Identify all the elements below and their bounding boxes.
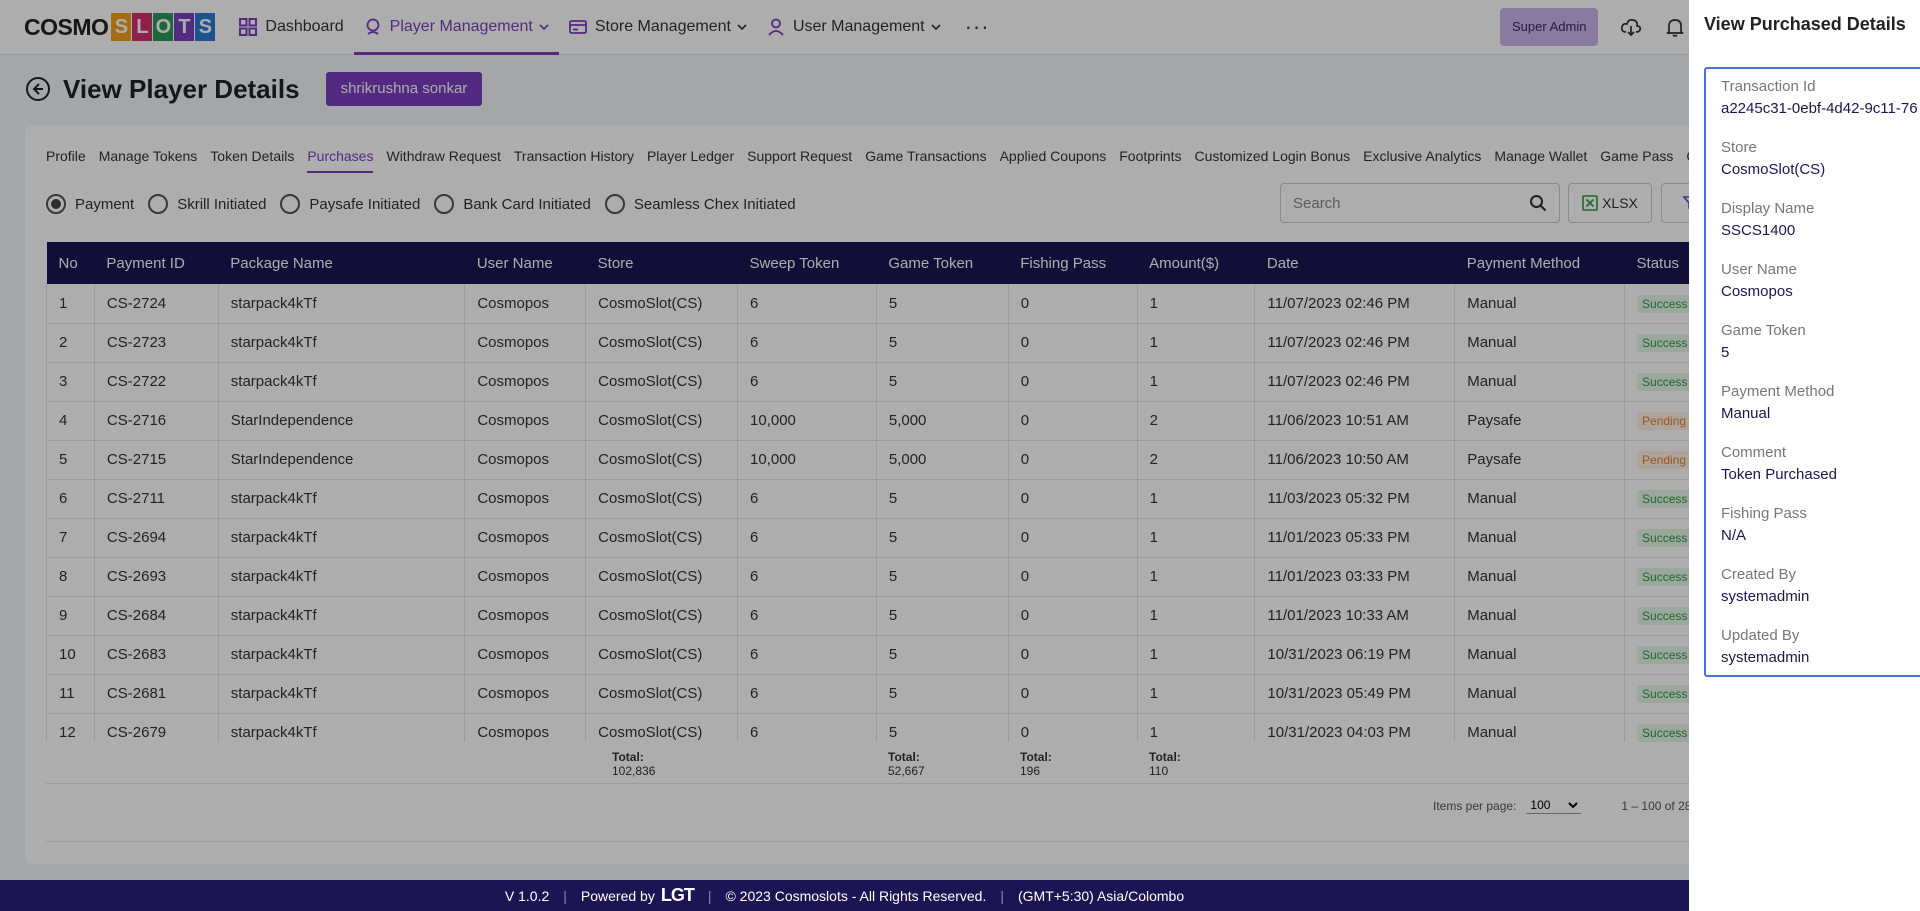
detail-label: Payment Method [1721,383,1835,400]
drawer-title: View Purchased Details [1704,14,1906,34]
version-text: V 1.0.2 [504,887,550,904]
detail-value: Token Purchased [1721,466,1837,483]
detail-field-payment-method: Payment Method Manual [1721,383,1920,444]
footer-separator: | [1000,887,1004,904]
detail-label: Game Token [1721,322,1806,339]
detail-field-created-by: Created By systemadmin [1721,566,1920,627]
detail-field-game-token: Game Token 5 [1721,322,1920,383]
detail-value: Cosmopos [1721,283,1793,300]
purchase-details-panel: Transaction Id a2245c31-0ebf-4d42-9c11-76… [1704,67,1920,677]
detail-value: 5 [1721,344,1730,361]
purchase-details-drawer: View Purchased Details Transaction Id a22… [1689,0,1920,911]
detail-label: Transaction Id [1721,78,1816,95]
detail-field-comment: Comment Token Purchased [1721,444,1920,505]
detail-field-transaction-id: Transaction Id a2245c31-0ebf-4d42-9c11-76 [1721,78,1920,139]
detail-value: N/A [1721,527,1747,544]
modal-backdrop[interactable] [0,0,1689,911]
detail-label: Comment [1721,444,1787,461]
detail-label: Created By [1721,566,1797,583]
detail-label: Fishing Pass [1721,505,1807,522]
detail-value: SSCS1400 [1721,222,1796,239]
detail-label: User Name [1721,261,1797,278]
detail-field-fishing-pass: Fishing Pass N/A [1721,505,1920,566]
footer-separator: | [563,887,567,904]
footer: V 1.0.2 | Powered by LGT | © 2023 Cosmos… [0,880,1689,911]
detail-label: Store [1721,139,1757,156]
detail-label: Display Name [1721,200,1815,217]
detail-label: Updated By [1721,627,1800,644]
detail-value: CosmoSlot(CS) [1721,161,1826,178]
lgt-logo: LGT [660,885,695,905]
timezone-text: (GMT+5:30) Asia/Colombo [1017,887,1185,904]
detail-value: systemadmin [1721,588,1810,605]
detail-value: a2245c31-0ebf-4d42-9c11-76 [1721,100,1918,117]
footer-separator: | [707,887,712,904]
detail-value: systemadmin [1721,649,1810,666]
detail-value: Manual [1721,405,1771,422]
powered-by-text: Powered by [580,887,655,904]
detail-field-store: Store CosmoSlot(CS) [1721,139,1920,200]
detail-field-updated-by: Updated By systemadmin [1721,627,1920,688]
detail-field-user-name: User Name Cosmopos [1721,261,1920,322]
detail-field-display-name: Display Name SSCS1400 [1721,200,1920,261]
copyright-text: © 2023 Cosmoslots - All Rights Reserved. [725,887,987,904]
